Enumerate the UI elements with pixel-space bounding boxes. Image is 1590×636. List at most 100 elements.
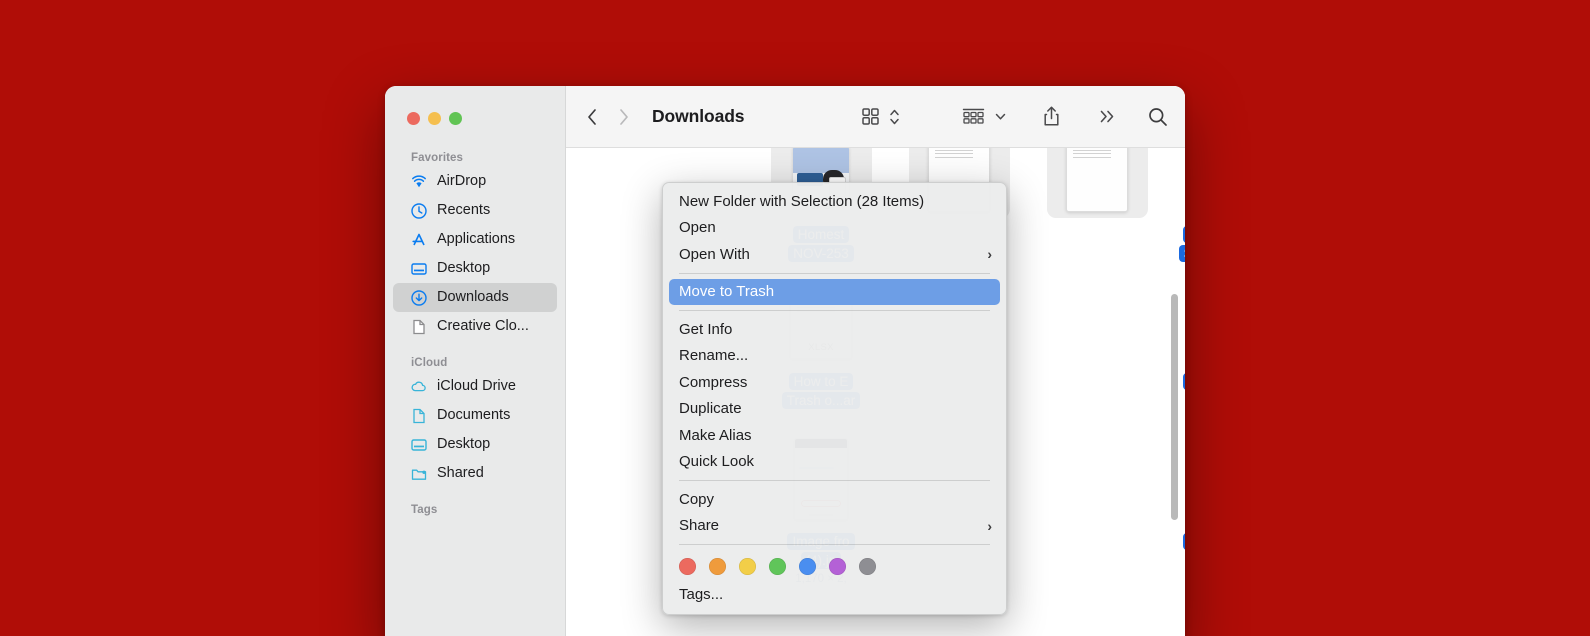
menu-separator <box>679 544 990 545</box>
menu-separator <box>679 272 990 274</box>
menu-item-new-folder-with-selection[interactable]: New Folder with Selection (28 Items) <box>663 188 1006 215</box>
window-controls <box>407 112 462 125</box>
sidebar-item-label: Desktop <box>437 260 491 277</box>
sidebar-item-airdrop[interactable]: AirDrop <box>393 167 557 196</box>
menu-item-copy[interactable]: Copy <box>663 486 1006 513</box>
sidebar-section-icloud: iCloud <box>411 357 448 369</box>
sidebar-section-tags: Tags <box>411 504 438 516</box>
navigation-buttons <box>586 107 630 127</box>
menu-item-label: Duplicate <box>679 400 742 418</box>
sidebar-item-label: Desktop <box>437 436 491 453</box>
desktop-icon <box>409 259 428 278</box>
sidebar-item-label: iCloud Drive <box>437 378 516 395</box>
sidebar-item-label: Applications <box>437 231 516 248</box>
sidebar-item-label: Shared <box>437 465 484 482</box>
minimize-button[interactable] <box>428 112 441 125</box>
menu-item-move-to-trash[interactable]: Move to Trash <box>669 278 1000 305</box>
menu-item-label: Compress <box>679 373 748 391</box>
toolbar: Downloads <box>566 86 1185 148</box>
menu-item-open-with[interactable]: Open With › <box>663 241 1006 268</box>
share-icon[interactable] <box>1041 105 1062 128</box>
menu-item-quick-look[interactable]: Quick Look <box>663 449 1006 476</box>
menu-item-label: Share <box>679 517 720 535</box>
menu-item-label: Move to Trash <box>679 283 775 301</box>
menu-separator <box>679 480 990 481</box>
search-icon[interactable] <box>1147 106 1169 128</box>
downloads-icon <box>409 288 428 307</box>
applications-icon <box>409 230 428 249</box>
document-icon <box>409 406 428 425</box>
submenu-chevron-icon: › <box>987 246 992 263</box>
menu-item-label: Tags... <box>679 585 724 603</box>
menu-item-label: Rename... <box>679 347 749 365</box>
submenu-chevron-icon: › <box>987 517 992 534</box>
cloud-icon <box>409 377 428 396</box>
sidebar-section-favorites: Favorites <box>411 152 464 164</box>
menu-item-label: Quick Look <box>679 453 755 471</box>
sidebar-item-label: Creative Clo... <box>437 318 529 335</box>
sidebar-item-desktop[interactable]: Desktop <box>393 254 557 283</box>
back-button[interactable] <box>586 107 598 127</box>
tag-purple[interactable] <box>829 558 846 575</box>
tag-red[interactable] <box>679 558 696 575</box>
finder-window: Favorites AirDrop Recents Applications D… <box>385 86 1185 636</box>
menu-item-share[interactable]: Share › <box>663 513 1006 540</box>
menu-item-label: Copy <box>679 490 715 508</box>
menu-item-open[interactable]: Open <box>663 215 1006 242</box>
menu-item-tags[interactable]: Tags... <box>663 581 1006 608</box>
tag-blue[interactable] <box>799 558 816 575</box>
sidebar-item-recents[interactable]: Recents <box>393 196 557 225</box>
sidebar-item-label: Documents <box>437 407 511 424</box>
more-chevrons-icon[interactable] <box>1098 108 1117 125</box>
menu-item-duplicate[interactable]: Duplicate <box>663 396 1006 423</box>
tag-color-swatches <box>663 550 1006 581</box>
forward-button[interactable] <box>618 107 630 127</box>
sidebar-item-label: Downloads <box>437 289 509 306</box>
page-title: Downloads <box>652 106 745 126</box>
zoom-button[interactable] <box>449 112 462 125</box>
sidebar-item-creative-cloud[interactable]: Creative Clo... <box>393 312 557 341</box>
shared-folder-icon <box>409 464 428 483</box>
tag-orange[interactable] <box>709 558 726 575</box>
menu-separator <box>679 310 990 311</box>
tag-gray[interactable] <box>859 558 876 575</box>
sidebar-item-applications[interactable]: Applications <box>393 225 557 254</box>
document-icon <box>409 317 428 336</box>
menu-item-label: Get Info <box>679 320 733 338</box>
chevron-up-down-icon[interactable] <box>888 106 901 128</box>
close-button[interactable] <box>407 112 420 125</box>
file-thumbnail <box>1184 273 1185 365</box>
file-name: Image from iOS (13) (1).jpg <box>1182 532 1185 570</box>
menu-item-make-alias[interactable]: Make Alias <box>663 422 1006 449</box>
sidebar-item-label: AirDrop <box>437 173 487 190</box>
group-by-icon[interactable] <box>961 106 986 127</box>
sidebar-item-documents[interactable]: Documents <box>393 401 557 430</box>
sidebar-item-icloud-drive[interactable]: iCloud Drive <box>393 372 557 401</box>
tag-yellow[interactable] <box>739 558 756 575</box>
menu-item-get-info[interactable]: Get Info <box>663 316 1006 343</box>
file-name: How to Change Scroll Di...ac.xlsx <box>1178 225 1185 263</box>
sidebar-item-icloud-desktop[interactable]: Desktop <box>393 430 557 459</box>
vertical-scrollbar[interactable] <box>1171 294 1178 520</box>
desktop-icon <box>409 435 428 454</box>
chevron-down-icon[interactable] <box>994 110 1007 123</box>
menu-item-label: Open With <box>679 245 750 263</box>
menu-item-label: New Folder with Selection (28 Items) <box>679 192 925 210</box>
file-item[interactable] <box>1162 593 1185 636</box>
menu-item-label: Make Alias <box>679 426 752 444</box>
clock-icon <box>409 201 428 220</box>
file-thumbnail <box>1184 433 1185 525</box>
menu-item-label: Open <box>679 219 716 237</box>
menu-item-rename[interactable]: Rename... <box>663 343 1006 370</box>
sidebar-item-downloads[interactable]: Downloads <box>393 283 557 312</box>
grid-view-icon[interactable] <box>860 106 881 127</box>
sidebar: Favorites AirDrop Recents Applications D… <box>385 86 566 636</box>
sidebar-item-shared[interactable]: Shared <box>393 459 557 488</box>
tag-green[interactable] <box>769 558 786 575</box>
file-thumbnail <box>1184 593 1185 636</box>
file-name: Image from iOS (3).jpg <box>1182 372 1185 410</box>
sidebar-item-label: Recents <box>437 202 491 219</box>
menu-item-compress[interactable]: Compress <box>663 369 1006 396</box>
airdrop-icon <box>409 172 428 191</box>
context-menu: New Folder with Selection (28 Items) Ope… <box>662 182 1007 615</box>
